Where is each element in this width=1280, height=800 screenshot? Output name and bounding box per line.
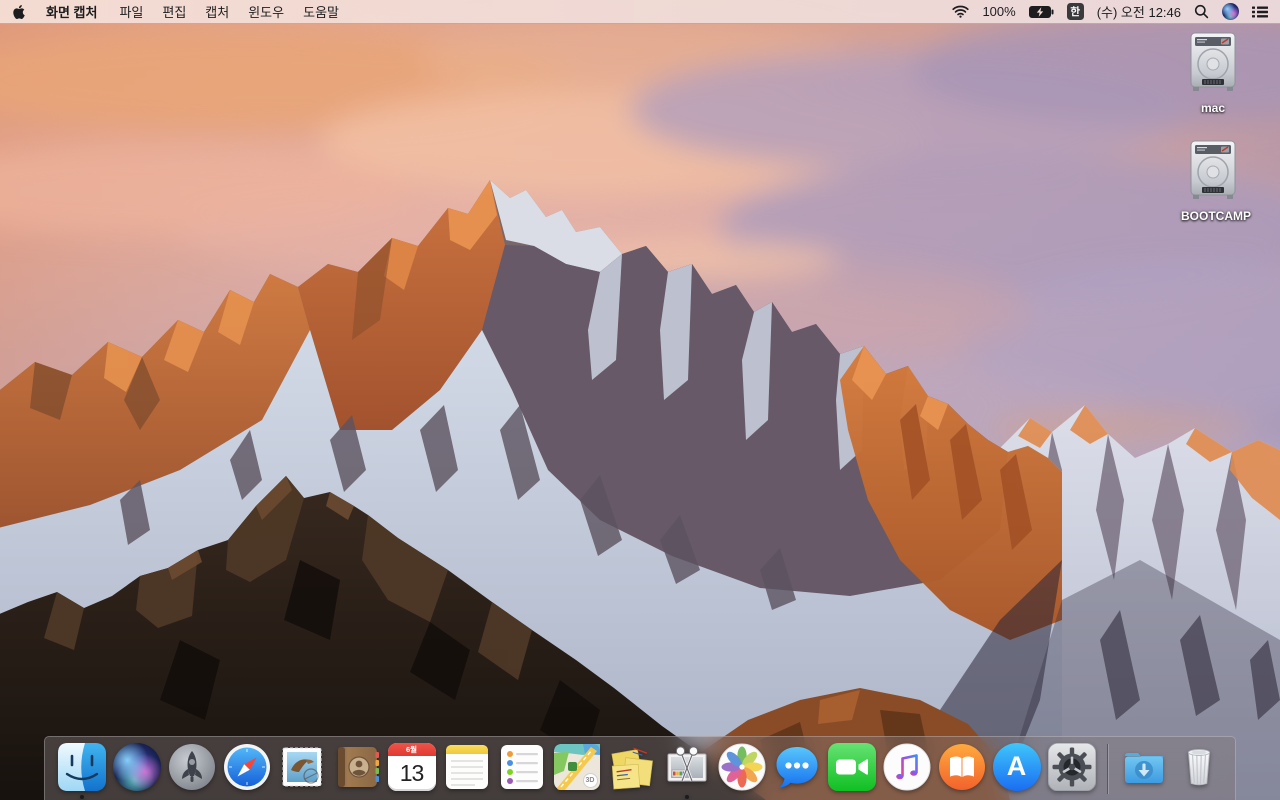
dock-item-facetime[interactable] xyxy=(827,743,876,791)
menu-window[interactable]: 윈도우 xyxy=(248,2,284,21)
desktop-screen: 화면 캡처 파일 편집 캡처 윈도우 도움말 100% 한 (수) 오전 12:… xyxy=(0,0,1280,800)
wallpaper-sierra-mountain xyxy=(0,0,1280,800)
facetime-camera-icon xyxy=(827,743,876,791)
grab-scissors-icon xyxy=(667,746,706,782)
trash-icon xyxy=(1187,749,1210,786)
menu-file[interactable]: 파일 xyxy=(119,2,143,21)
ibooks-icon xyxy=(938,744,985,790)
dock-item-system-preferences[interactable] xyxy=(1047,743,1096,791)
mail-stamp-icon xyxy=(282,747,321,787)
contacts-book-icon xyxy=(337,747,379,787)
notification-center-icon[interactable] xyxy=(1252,6,1268,18)
hard-drive-icon xyxy=(1190,140,1236,199)
battery-charging-icon[interactable] xyxy=(1028,5,1054,18)
menu-capture[interactable]: 캡처 xyxy=(205,2,229,21)
dock-item-photos[interactable] xyxy=(718,743,766,791)
battery-percentage: 100% xyxy=(982,4,1016,19)
desktop-volume-bootcamp[interactable]: BOOTCAMP xyxy=(1181,139,1251,223)
dock-item-downloads[interactable] xyxy=(1120,743,1168,791)
safari-compass-icon xyxy=(223,744,270,790)
notes-icon xyxy=(445,745,488,789)
dock-item-messages[interactable] xyxy=(773,743,821,791)
menu-bar: 화면 캡처 파일 편집 캡처 윈도우 도움말 100% 한 (수) 오전 12:… xyxy=(0,0,1280,24)
app-store-letter: A xyxy=(1006,750,1027,781)
downloads-folder-icon xyxy=(1124,753,1163,783)
siri-dock-icon xyxy=(112,743,161,791)
itunes-note-icon xyxy=(883,743,930,791)
messages-bubble-icon xyxy=(776,747,817,788)
menu-edit[interactable]: 편집 xyxy=(162,2,186,21)
running-indicator xyxy=(684,795,689,799)
dock-item-reminders[interactable] xyxy=(498,743,546,791)
active-app-menu[interactable]: 화면 캡처 xyxy=(46,2,97,21)
dock-item-calendar[interactable]: 6월 13 xyxy=(387,743,436,791)
dock-item-finder[interactable] xyxy=(57,743,106,799)
dock-item-stickies[interactable] xyxy=(608,743,656,791)
dock-item-mail[interactable] xyxy=(278,743,326,791)
photos-flower-icon xyxy=(718,743,765,791)
hard-drive-icon xyxy=(1190,32,1236,91)
dock-item-siri[interactable] xyxy=(112,743,161,791)
dock-item-notes[interactable] xyxy=(443,743,491,791)
spotlight-icon[interactable] xyxy=(1194,4,1209,19)
dock-item-app-store[interactable]: A xyxy=(992,743,1041,791)
dock-item-contacts[interactable] xyxy=(333,743,381,791)
stickies-icon xyxy=(610,747,653,790)
dock-separator xyxy=(1107,744,1108,794)
dock-item-itunes[interactable] xyxy=(883,743,931,791)
input-source-badge[interactable]: 한 xyxy=(1066,3,1084,20)
volume-label: mac xyxy=(1200,101,1226,115)
dock-item-grab[interactable] xyxy=(663,743,711,799)
menu-help[interactable]: 도움말 xyxy=(303,2,339,21)
dock-item-trash[interactable] xyxy=(1175,743,1223,791)
finder-icon xyxy=(57,743,106,791)
wifi-icon[interactable] xyxy=(952,5,970,18)
dock-item-maps[interactable]: 3D xyxy=(553,743,601,791)
dock-item-launchpad[interactable] xyxy=(168,743,216,791)
gear-icon xyxy=(1047,743,1096,791)
dock-item-safari[interactable] xyxy=(223,743,271,791)
calendar-day-label: 13 xyxy=(399,760,425,786)
menu-bar-clock[interactable]: (수) 오전 12:46 xyxy=(1097,2,1181,21)
siri-icon[interactable] xyxy=(1222,3,1239,20)
maps-3d-badge: 3D xyxy=(582,773,598,788)
running-indicator xyxy=(79,795,84,799)
launchpad-rocket-icon xyxy=(168,744,215,790)
volume-label: BOOTCAMP xyxy=(1181,209,1251,223)
reminders-icon xyxy=(500,745,543,789)
dock-item-ibooks[interactable] xyxy=(938,743,986,791)
calendar-month-label: 6월 xyxy=(387,743,436,756)
apple-menu-icon[interactable] xyxy=(12,4,26,20)
desktop-volume-mac[interactable]: mac xyxy=(1181,31,1245,115)
dock: 6월 13 3D A xyxy=(44,736,1236,800)
